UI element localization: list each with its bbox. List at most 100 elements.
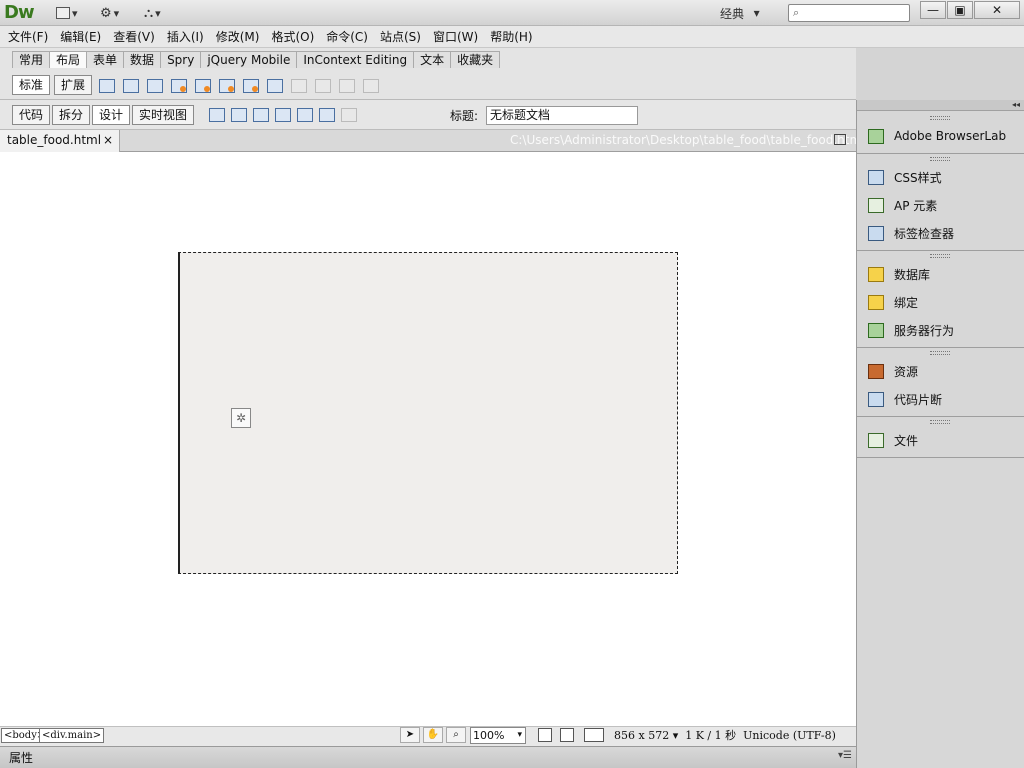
spry-menubar-icon[interactable] <box>168 76 188 94</box>
css-styles-icon <box>866 168 886 186</box>
document-title-label: 标题: <box>450 109 479 123</box>
properties-bar[interactable] <box>0 746 856 768</box>
preview-browser-icon[interactable] <box>228 105 248 123</box>
tab-forms[interactable]: 表单 <box>86 51 125 68</box>
menu-view[interactable]: 查看(V) <box>107 27 161 47</box>
restore-document-icon[interactable] <box>834 134 846 145</box>
split-view-button[interactable]: 拆分 <box>52 105 91 125</box>
expanded-mode-button[interactable]: 扩展 <box>54 75 93 95</box>
menu-commands[interactable]: 命令(C) <box>320 27 374 47</box>
w3c-validation-icon[interactable] <box>272 105 292 123</box>
panel-group-grip[interactable] <box>930 351 950 355</box>
menu-modify[interactable]: 修改(M) <box>210 27 266 47</box>
panel-assets[interactable]: 资源 <box>866 360 918 382</box>
menu-site[interactable]: 站点(S) <box>374 27 427 47</box>
menu-edit[interactable]: 编辑(E) <box>54 27 107 47</box>
insert-table-icon[interactable] <box>144 76 164 94</box>
panel-tag-inspector[interactable]: 标签检查器 <box>866 222 954 244</box>
zoom-tool-icon[interactable]: ⌕ <box>446 727 466 743</box>
tag-inspector-icon <box>866 224 886 242</box>
visual-aids-icon[interactable] <box>316 105 336 123</box>
mobile-size-icon[interactable] <box>538 728 552 742</box>
menu-bar: 文件(F) 编辑(E) 查看(V) 插入(I) 修改(M) 格式(O) 命令(C… <box>0 26 1024 48</box>
download-weight: 1 K / 1 秒 <box>685 729 737 742</box>
tag-selector-div[interactable]: <div.main> <box>39 728 105 743</box>
spry-collapsible-panel-icon[interactable] <box>240 76 260 94</box>
ap-elements-icon <box>866 196 886 214</box>
panel-options-icon[interactable]: ▾☰ <box>838 750 852 761</box>
properties-label: 属性 <box>9 751 34 765</box>
panel-databases[interactable]: 数据库 <box>866 263 930 285</box>
menu-help[interactable]: 帮助(H) <box>484 27 538 47</box>
tablet-size-icon[interactable] <box>560 728 574 742</box>
browserlab-icon <box>866 127 886 145</box>
standard-mode-button[interactable]: 标准 <box>12 75 51 95</box>
menu-window[interactable]: 窗口(W) <box>427 27 484 47</box>
window-size[interactable]: 856 x 572 <box>614 729 669 742</box>
code-view-button[interactable]: 代码 <box>12 105 51 125</box>
gear-icon: ⚙ <box>100 5 112 21</box>
live-view-button[interactable]: 实时视图 <box>132 105 195 125</box>
zoom-select[interactable]: 100% ▾ <box>470 727 526 744</box>
panel-ap-elements[interactable]: AP 元素 <box>866 194 937 216</box>
insert-column-left-icon <box>336 76 356 94</box>
insert-tabs: 常用 布局 表单 数据 Spry jQuery Mobile InContext… <box>12 51 501 68</box>
desktop-size-icon[interactable] <box>584 728 604 742</box>
tab-layout[interactable]: 布局 <box>49 51 88 68</box>
panel-bindings[interactable]: 绑定 <box>866 291 918 313</box>
site-menu-button[interactable]: ⛬ ▾ <box>144 4 161 22</box>
tab-jquery-mobile[interactable]: jQuery Mobile <box>200 51 298 68</box>
panel-snippets[interactable]: 代码片断 <box>866 388 942 410</box>
panel-group-grip[interactable] <box>930 157 950 161</box>
extend-menu-button[interactable]: ⚙ ▾ <box>100 4 119 22</box>
minimize-button[interactable]: — <box>920 1 946 19</box>
refresh-icon[interactable] <box>338 105 358 123</box>
menu-format[interactable]: 格式(O) <box>265 27 320 47</box>
multiscreen-icon[interactable] <box>206 105 226 123</box>
restore-button[interactable]: ▣ <box>947 1 973 19</box>
tab-text[interactable]: 文本 <box>413 51 452 68</box>
workspace-switcher[interactable]: 经典 ▾ <box>720 4 760 22</box>
menu-insert[interactable]: 插入(I) <box>161 27 210 47</box>
panel-browserlab[interactable]: Adobe BrowserLab <box>866 125 1006 147</box>
tab-data[interactable]: 数据 <box>123 51 162 68</box>
help-search-input[interactable]: ⌕ <box>788 4 910 22</box>
placeholder-image-icon[interactable]: ✲ <box>231 408 251 428</box>
file-management-icon[interactable] <box>250 105 270 123</box>
document-title-input[interactable]: 无标题文档 <box>486 106 638 125</box>
hand-tool-icon[interactable]: ✋ <box>423 727 443 743</box>
layout-menu-button[interactable]: ▾ <box>56 4 78 22</box>
design-view-button[interactable]: 设计 <box>92 105 131 125</box>
panel-group-grip[interactable] <box>930 420 950 424</box>
file-tab[interactable]: table_food.html × <box>0 130 120 152</box>
search-icon: ⌕ <box>793 6 800 19</box>
layout-toolbar: 标准 扩展 <box>12 71 380 99</box>
spry-tabbed-panels-icon[interactable] <box>192 76 212 94</box>
panel-files[interactable]: 文件 <box>866 429 918 451</box>
panel-css-styles[interactable]: CSS样式 <box>866 166 942 188</box>
encoding: Unicode (UTF-8) <box>743 729 836 742</box>
insert-row-above-icon <box>288 76 308 94</box>
close-tab-icon[interactable]: × <box>103 130 113 151</box>
tab-spry[interactable]: Spry <box>160 51 202 68</box>
collapse-panels-icon[interactable]: ◂◂ <box>857 100 1024 111</box>
insert-column-right-icon <box>360 76 380 94</box>
close-button[interactable]: ✕ <box>974 1 1020 19</box>
panel-group-grip[interactable] <box>930 254 950 258</box>
main-div[interactable] <box>178 252 678 574</box>
insert-div-icon[interactable] <box>96 76 116 94</box>
spry-accordion-icon[interactable] <box>216 76 236 94</box>
panel-group-grip[interactable] <box>930 116 950 120</box>
dreamweaver-logo: Dw <box>4 2 35 23</box>
panel-server-behaviors[interactable]: 服务器行为 <box>866 319 954 341</box>
insert-ap-div-icon[interactable] <box>120 76 140 94</box>
select-tool-icon[interactable]: ➤ <box>400 727 420 743</box>
tab-common[interactable]: 常用 <box>12 51 51 68</box>
tab-incontext-editing[interactable]: InContext Editing <box>296 51 415 68</box>
iframe-icon[interactable] <box>264 76 284 94</box>
tab-favorites[interactable]: 收藏夹 <box>450 51 501 68</box>
file-path: C:\Users\Administrator\Desktop\table_foo… <box>510 133 865 147</box>
check-compatibility-icon[interactable] <box>294 105 314 123</box>
menu-file[interactable]: 文件(F) <box>2 27 54 47</box>
server-behaviors-icon <box>866 321 886 339</box>
